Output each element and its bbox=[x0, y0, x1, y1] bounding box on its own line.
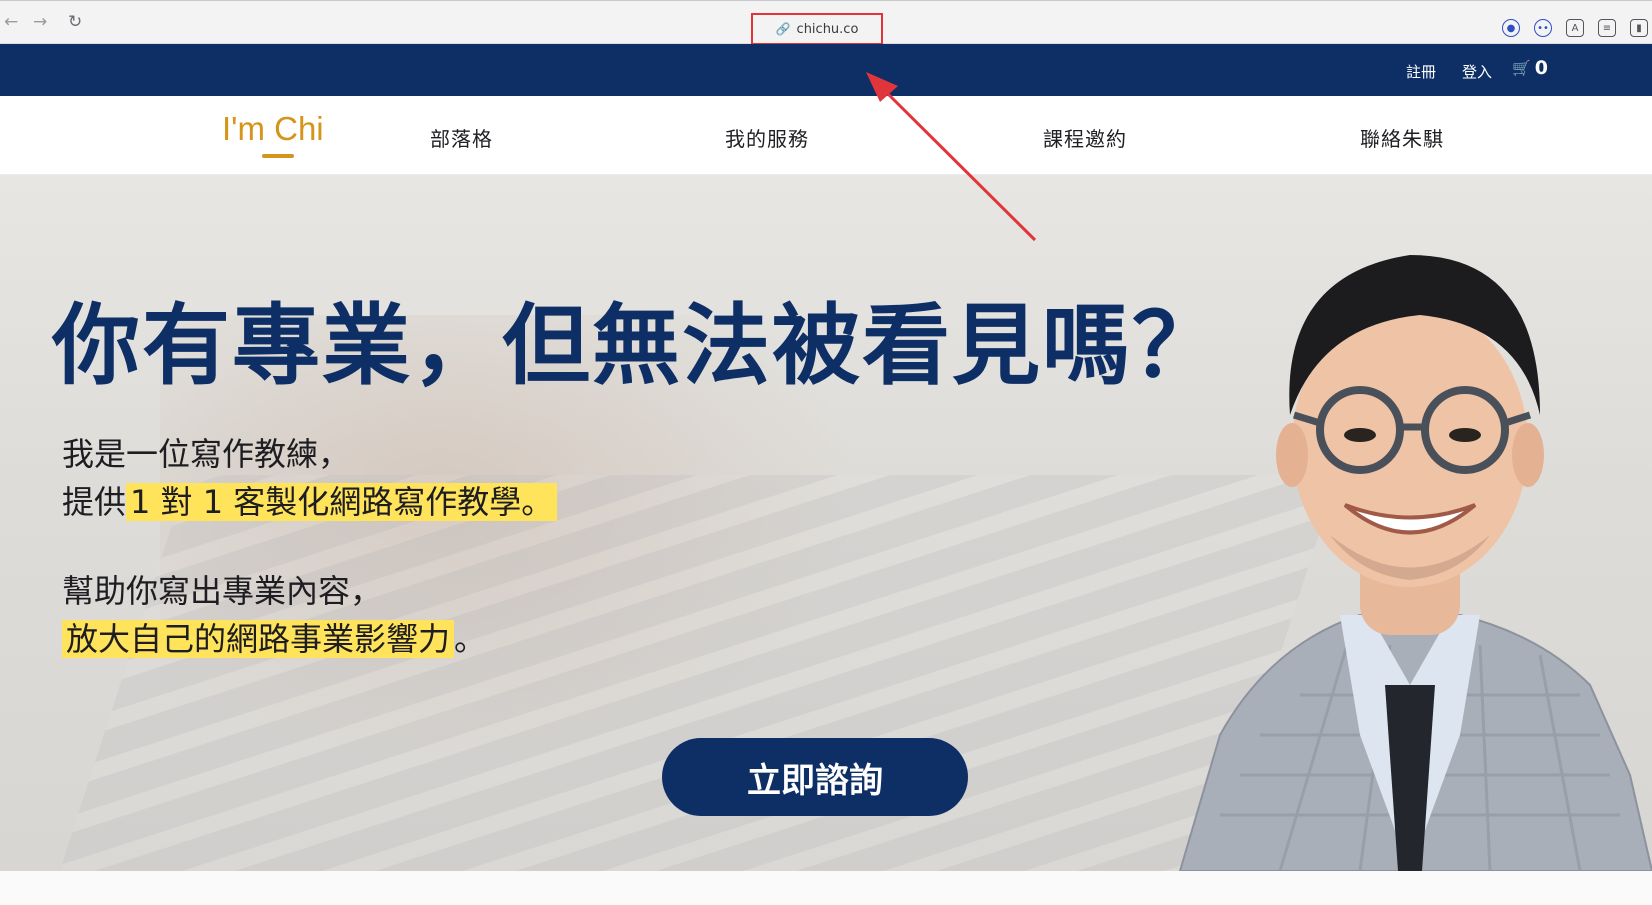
hero-paragraph-1-prefix: 提供 bbox=[62, 483, 127, 521]
hero-paragraph-2-line-2: 放大自己的網路事業影響力。 bbox=[62, 615, 486, 663]
extension-icons: ● •• A ≡ ▮ bbox=[1502, 19, 1652, 37]
nav-item-services[interactable]: 我的服務 bbox=[725, 123, 809, 152]
translate-icon[interactable]: A bbox=[1566, 19, 1584, 37]
face-icon[interactable]: •• bbox=[1534, 19, 1552, 37]
hero-section: 你有專業，但無法被看見嗎？ 我是一位寫作教練， 提供 1 對 1 客製化網路寫作教… bbox=[0, 175, 1652, 871]
logo-underline bbox=[262, 154, 294, 158]
portrait-image bbox=[1178, 255, 1652, 871]
nav-item-blog[interactable]: 部落格 bbox=[430, 123, 493, 152]
hero-headline: 你有專業，但無法被看見嗎？ bbox=[52, 294, 1223, 397]
hero-highlight-1: 1 對 1 客製化網路寫作教學。 bbox=[126, 483, 558, 521]
back-arrow-icon[interactable]: ← bbox=[4, 13, 18, 31]
cart-count: 0 bbox=[1534, 57, 1548, 79]
consult-now-button[interactable]: 立即諮詢 bbox=[662, 738, 968, 816]
signup-link[interactable]: 註冊 bbox=[1406, 61, 1436, 82]
page-bottom-strip bbox=[0, 871, 1652, 905]
url-text: chichu.co bbox=[796, 21, 859, 37]
hero-paragraph-2: 幫助你寫出專業內容， 放大自己的網路事業影響力。 bbox=[62, 567, 486, 663]
hero-paragraph-2-suffix: 。 bbox=[454, 620, 487, 658]
password-key-icon[interactable]: ● bbox=[1502, 19, 1520, 37]
forward-arrow-icon[interactable]: → bbox=[33, 13, 47, 31]
site-topbar: 註冊 登入 🛒 0 bbox=[0, 44, 1652, 96]
reload-icon[interactable]: ↻ bbox=[68, 13, 82, 31]
cart-icon: 🛒 bbox=[1512, 59, 1531, 77]
site-logo[interactable]: I'm Chi bbox=[222, 110, 324, 148]
cart-button[interactable]: 🛒 0 bbox=[1512, 57, 1548, 79]
hero-highlight-2: 放大自己的網路事業影響力 bbox=[62, 620, 455, 658]
sidebar-icon[interactable]: ▮ bbox=[1630, 19, 1648, 37]
nav-item-courses[interactable]: 課程邀約 bbox=[1043, 123, 1127, 152]
hero-paragraph-1: 我是一位寫作教練， 提供 1 對 1 客製化網路寫作教學。 bbox=[62, 430, 558, 526]
login-link[interactable]: 登入 bbox=[1462, 61, 1492, 82]
hero-paragraph-1-line-1: 我是一位寫作教練， bbox=[62, 435, 351, 473]
list-icon[interactable]: ≡ bbox=[1598, 19, 1616, 37]
hero-paragraph-2-line-1: 幫助你寫出專業內容， bbox=[62, 572, 383, 610]
nav-item-contact[interactable]: 聯絡朱騏 bbox=[1360, 123, 1444, 152]
main-nav: I'm Chi 部落格 我的服務 課程邀約 聯絡朱騏 bbox=[0, 96, 1652, 175]
link-icon: 🔗 bbox=[775, 22, 791, 36]
hero-paragraph-1-line-2: 提供 1 對 1 客製化網路寫作教學。 bbox=[62, 478, 558, 526]
browser-toolbar: ← → ↻ 🔗 chichu.co ● •• A ≡ ▮ bbox=[0, 0, 1652, 45]
address-bar[interactable]: 🔗 chichu.co bbox=[751, 13, 883, 45]
